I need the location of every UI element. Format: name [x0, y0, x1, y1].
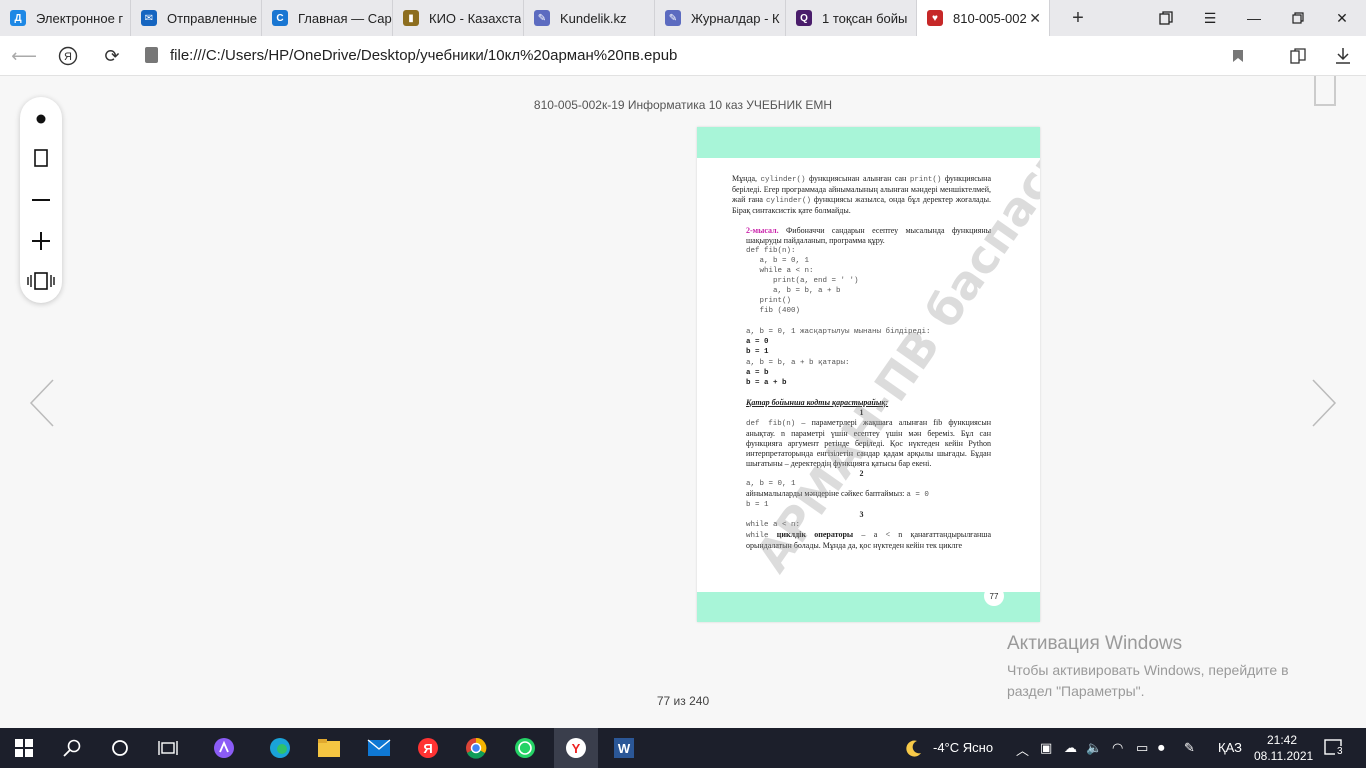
- reading-list-icon[interactable]: [1287, 44, 1311, 68]
- code-line: b = 1: [746, 501, 769, 509]
- mail-icon[interactable]: [367, 736, 391, 760]
- windows-start-icon[interactable]: [12, 736, 36, 760]
- url-field[interactable]: file:///C:/Users/HP/OneDrive/Desktop/уче…: [170, 47, 677, 64]
- taskbar: Я Y W -4°C Ясно ︿ ▣ ☁ 🔈 ◠ ▭ ⏺ ✎ ҚАЗ 21:4…: [0, 728, 1366, 768]
- browser-tab[interactable]: Д Электронное г: [0, 0, 131, 36]
- tab-favicon-icon: ✉: [141, 10, 157, 26]
- weather-text[interactable]: -4°C Ясно: [933, 740, 993, 755]
- alice-icon[interactable]: [212, 736, 236, 760]
- show-hidden-icons[interactable]: ︿: [1016, 740, 1029, 759]
- yandex-icon[interactable]: Я: [56, 44, 80, 68]
- tab-favicon-icon: ▮: [403, 10, 419, 26]
- pen-icon[interactable]: ✎: [1184, 740, 1195, 756]
- page-counter: 77 из 240: [656, 694, 710, 708]
- tab-title: 1 тоқсан бойы: [822, 10, 908, 26]
- reader-toolbar: [20, 97, 62, 303]
- zoom-in-icon[interactable]: [20, 221, 62, 261]
- tray-icon-meet[interactable]: ▣: [1040, 740, 1052, 756]
- yandex-active-icon[interactable]: Y: [564, 736, 588, 760]
- back-icon[interactable]: ⟵: [11, 44, 37, 68]
- task-view-icon[interactable]: [156, 736, 180, 760]
- new-tab-button[interactable]: +: [1060, 0, 1096, 36]
- code-line: a = b: [746, 369, 769, 377]
- svg-text:W: W: [618, 741, 631, 756]
- browser-tab[interactable]: ✎ Журналдар - К: [655, 0, 786, 36]
- code-line: a, b = b, a + b қатары:: [746, 359, 850, 367]
- language-indicator[interactable]: ҚАЗ: [1218, 740, 1242, 755]
- tab-title: 810-005-002: [953, 10, 1027, 26]
- chrome-icon[interactable]: [464, 736, 488, 760]
- book-title: 810-005-002к-19 Информатика 10 каз УЧЕБН…: [533, 98, 833, 112]
- reload-icon[interactable]: ⟳: [100, 44, 124, 68]
- tab-favicon-icon: ✎: [665, 10, 681, 26]
- network-icon[interactable]: ◠: [1112, 740, 1123, 756]
- address-bar: ⟵ Я ⟳ file:///C:/Users/HP/OneDrive/Deskt…: [0, 36, 1366, 76]
- paragraph: айнымалыларды мәндеріне сәйкес баптаймыз…: [746, 489, 929, 499]
- page-header-band: [697, 127, 1040, 158]
- close-window-icon[interactable]: ✕: [1320, 0, 1364, 36]
- next-page-arrow-icon[interactable]: [1309, 378, 1339, 428]
- svg-text:Y: Y: [572, 741, 581, 756]
- file-explorer-icon[interactable]: [317, 736, 341, 760]
- tab-title: Главная — Сар: [298, 10, 392, 26]
- previous-page-arrow-icon[interactable]: [27, 378, 57, 428]
- microphone-icon[interactable]: ⏺: [1158, 740, 1165, 756]
- notification-count: 3: [1335, 746, 1345, 757]
- page-bookmark-icon[interactable]: [1314, 76, 1336, 106]
- weather-moon-icon[interactable]: [902, 736, 926, 760]
- windows-activation-notice: Активация Windows Чтобы активировать Win…: [1007, 633, 1327, 702]
- fit-width-icon[interactable]: [20, 261, 62, 301]
- minimize-icon[interactable]: —: [1232, 0, 1276, 36]
- battery-icon[interactable]: ▭: [1136, 740, 1148, 756]
- whatsapp-icon[interactable]: [513, 736, 537, 760]
- tab-favicon-icon: C: [272, 10, 288, 26]
- activation-title: Активация Windows: [1007, 633, 1183, 654]
- paragraph: Мұнда, cylinder() функциясынан алынған с…: [732, 174, 991, 215]
- tab-favicon-icon: ♥: [927, 10, 943, 26]
- cortana-icon[interactable]: [108, 736, 132, 760]
- browser-tab[interactable]: ♥ 810-005-002 ✕: [917, 0, 1050, 36]
- svg-text:Я: Я: [423, 741, 432, 756]
- single-page-icon[interactable]: [20, 138, 62, 178]
- bookmark-icon[interactable]: [1226, 44, 1250, 68]
- example-paragraph: 2-мысал. Фибоначчи сандарын есептеу мыса…: [746, 226, 991, 245]
- download-icon[interactable]: [1331, 44, 1355, 68]
- search-icon[interactable]: [60, 736, 84, 760]
- tab-title: КИО - Казахста: [429, 10, 522, 26]
- restore-icon[interactable]: [1276, 0, 1320, 36]
- volume-icon[interactable]: 🔈: [1086, 740, 1102, 756]
- tab-title: Электронное г: [36, 10, 124, 26]
- file-icon: [145, 47, 158, 63]
- browser-tab[interactable]: C Главная — Сар: [262, 0, 393, 36]
- menu-icon[interactable]: ☰: [1188, 0, 1232, 36]
- browser-tab[interactable]: ✎ Kundelik.kz: [524, 0, 655, 36]
- svg-text:Я: Я: [64, 51, 72, 63]
- tab-favicon-icon: ✎: [534, 10, 550, 26]
- tray-icon-onedrive[interactable]: ☁: [1064, 740, 1077, 756]
- tab-favicon-icon: Q: [796, 10, 812, 26]
- tab-title: Журналдар - К: [691, 10, 780, 26]
- word-icon[interactable]: W: [612, 736, 636, 760]
- tab-title: Kundelik.kz: [560, 10, 627, 26]
- tab-title: Отправленные: [167, 10, 257, 26]
- tab-favicon-icon: Д: [10, 10, 26, 26]
- clock[interactable]: 21:42 08.11.2021: [1254, 732, 1314, 764]
- browser-tab[interactable]: Q 1 тоқсан бойы: [786, 0, 917, 36]
- browser-tab[interactable]: ✉ Отправленные: [131, 0, 262, 36]
- page-number: 77: [984, 586, 1004, 606]
- zoom-out-icon[interactable]: [20, 180, 62, 220]
- yandex-browser-icon[interactable]: Я: [416, 736, 440, 760]
- page-text: Мұнда, cylinder() функциясынан алынған с…: [732, 174, 991, 551]
- code-line: a, b = 0, 1: [746, 480, 796, 488]
- code-line: b = 1: [746, 348, 769, 356]
- close-tab-icon[interactable]: ✕: [1029, 10, 1041, 27]
- book-page: Мұнда, cylinder() функциясынан алынған с…: [697, 127, 1040, 622]
- clock-date: 08.11.2021: [1254, 749, 1314, 763]
- clock-time: 21:42: [1266, 733, 1298, 747]
- pen-dot-icon[interactable]: [20, 99, 62, 139]
- browser-tab[interactable]: ▮ КИО - Казахста: [393, 0, 524, 36]
- tabs-panel-icon[interactable]: [1144, 0, 1188, 36]
- edge-icon[interactable]: [268, 736, 292, 760]
